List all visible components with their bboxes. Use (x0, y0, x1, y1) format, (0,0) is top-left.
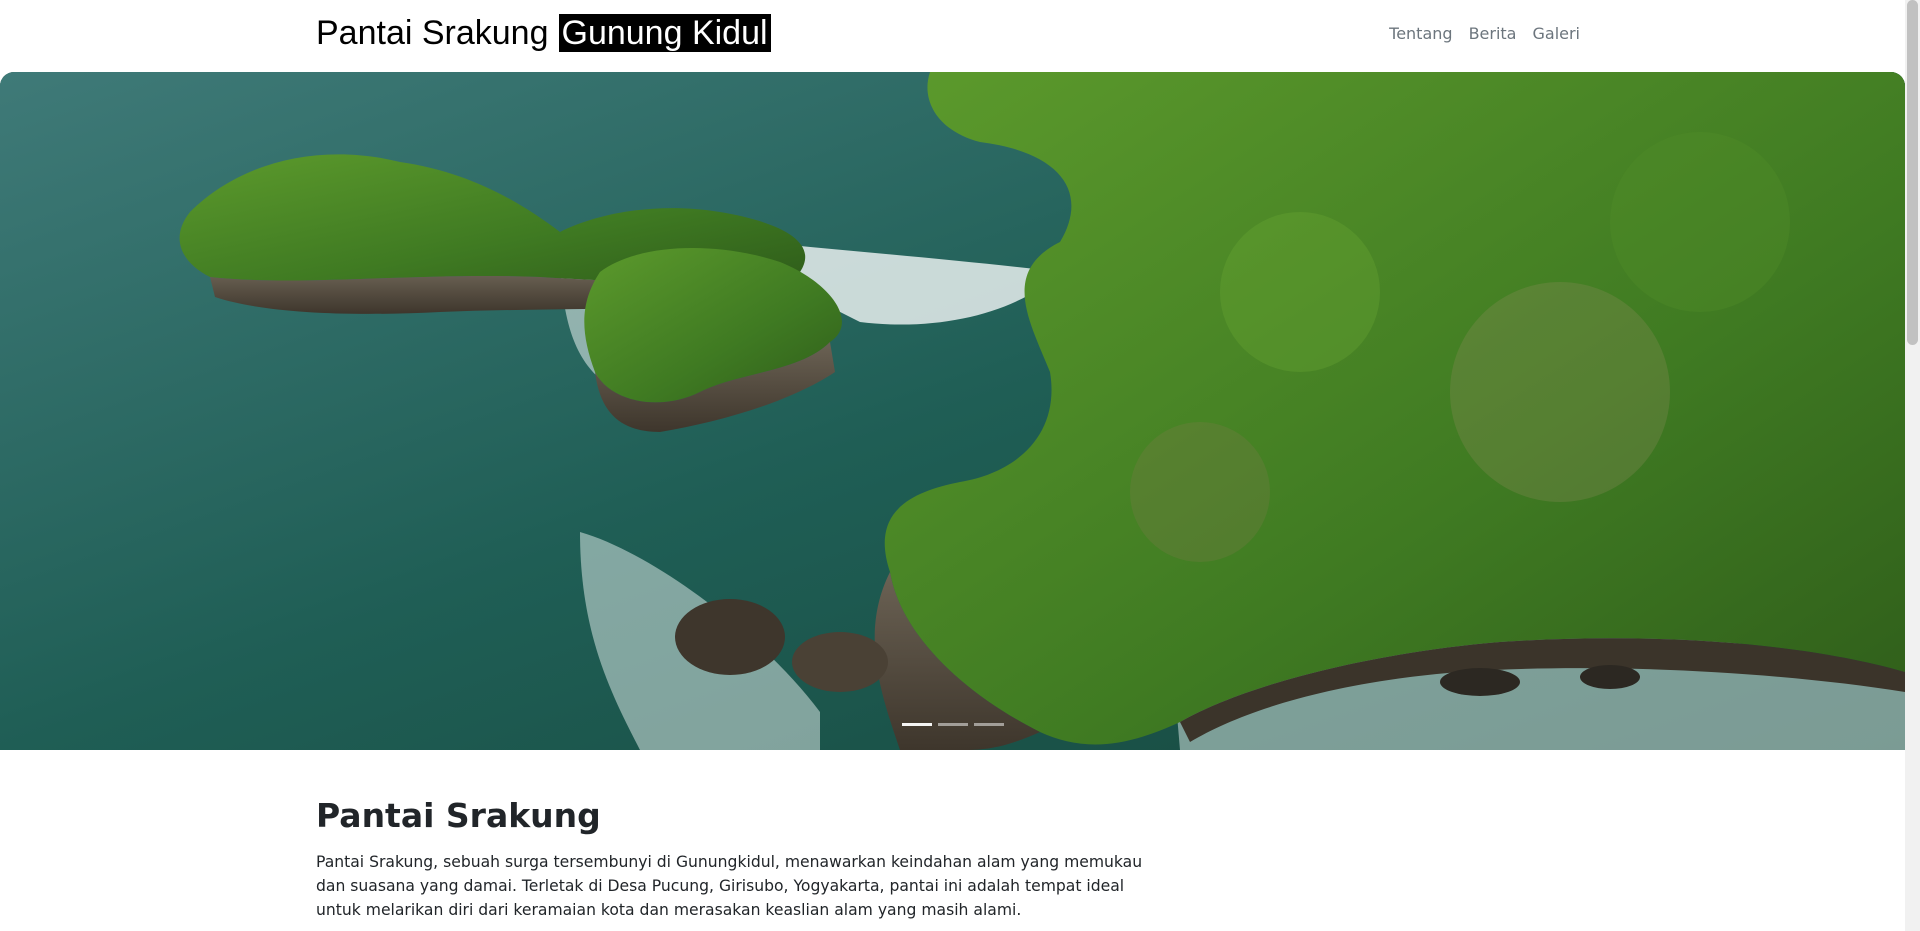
nav-links: Tentang Berita Galeri (1389, 24, 1580, 43)
carousel-indicator-1[interactable] (901, 723, 932, 726)
main-content: Pantai Srakung Pantai Srakung, sebuah su… (316, 790, 1156, 922)
scrollbar-thumb[interactable] (1907, 0, 1918, 345)
brand-highlight-text: Gunung Kidul (558, 14, 771, 52)
nav-link-galeri[interactable]: Galeri (1532, 24, 1580, 43)
nav-link-berita[interactable]: Berita (1469, 24, 1517, 43)
navbar: Pantai Srakung Gunung Kidul Tentang Beri… (0, 0, 1905, 72)
brand-logo[interactable]: Pantai Srakung Gunung Kidul (316, 13, 771, 53)
brand-main-text: Pantai Srakung (316, 13, 549, 52)
carousel-indicators (0, 723, 1905, 726)
carousel-indicator-3[interactable] (973, 723, 1004, 726)
page-title: Pantai Srakung (316, 796, 601, 835)
hero-carousel[interactable] (0, 72, 1905, 750)
intro-paragraph: Pantai Srakung, sebuah surga tersembunyi… (316, 853, 1143, 919)
hero-image (0, 72, 1905, 750)
carousel-indicator-2[interactable] (937, 723, 968, 726)
nav-link-tentang[interactable]: Tentang (1389, 24, 1452, 43)
page-scrollbar[interactable] (1905, 0, 1920, 931)
